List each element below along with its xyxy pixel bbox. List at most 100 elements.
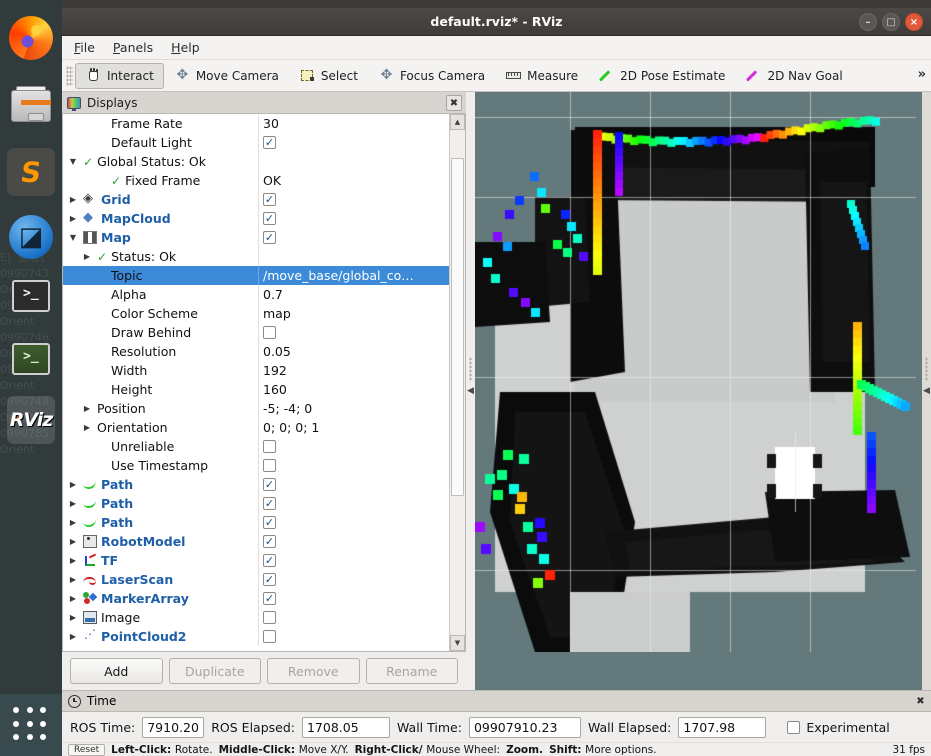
- dock-item-sublime-text[interactable]: S: [7, 148, 55, 196]
- ros_time-field[interactable]: 7910.20: [142, 716, 205, 738]
- displays-scrollbar[interactable]: ▲ ▼: [449, 114, 465, 651]
- render-view-3d[interactable]: [475, 92, 922, 690]
- display-row-value-cell[interactable]: [258, 627, 449, 646]
- display-row-value-cell[interactable]: ✓: [258, 570, 449, 589]
- display-row-value-cell[interactable]: [258, 456, 449, 475]
- experimental-checkbox-group[interactable]: Experimental: [787, 720, 890, 735]
- menu-file[interactable]: File: [74, 40, 95, 55]
- dock-item-firefox[interactable]: [7, 14, 55, 62]
- display-row[interactable]: ▶ ✓ Status: Ok: [63, 247, 449, 266]
- display-row[interactable]: · Alpha 0.7: [63, 285, 449, 304]
- show-applications-button[interactable]: [0, 694, 62, 756]
- display-row-value-cell[interactable]: ✓: [258, 190, 449, 209]
- tool-move-camera[interactable]: ✥ Move Camera: [164, 63, 289, 89]
- display-row-value-cell[interactable]: ✓: [258, 589, 449, 608]
- display-row-value-cell[interactable]: 0.7: [258, 285, 449, 304]
- display-row-value-cell[interactable]: 30: [258, 114, 449, 133]
- close-button[interactable]: ×: [905, 13, 923, 31]
- display-row[interactable]: ▶ Grid ✓: [63, 190, 449, 209]
- reset-button[interactable]: Reset: [68, 743, 106, 756]
- displays-panel-close-icon[interactable]: ✖: [446, 95, 462, 111]
- display-row[interactable]: ▶ Path ✓: [63, 513, 449, 532]
- display-row[interactable]: · Draw Behind: [63, 323, 449, 342]
- display-row[interactable]: · Default Light ✓: [63, 133, 449, 152]
- experimental-checkbox[interactable]: [787, 720, 801, 734]
- wall_elapsed-field[interactable]: 1707.98: [678, 716, 767, 738]
- enable-checkbox[interactable]: ✓: [263, 497, 276, 510]
- display-row[interactable]: · Unreliable: [63, 437, 449, 456]
- scroll-down-button[interactable]: ▼: [450, 635, 465, 651]
- tool-focus-camera[interactable]: ✥ Focus Camera: [368, 63, 495, 89]
- right-panel-collapse-handle[interactable]: ◀: [922, 92, 931, 690]
- tool-2d-nav-goal[interactable]: 2D Nav Goal: [735, 63, 852, 89]
- menu-help[interactable]: Help: [171, 40, 200, 55]
- display-row-value-cell[interactable]: ✓: [258, 551, 449, 570]
- maximize-button[interactable]: □: [882, 13, 900, 31]
- chevron-right-icon[interactable]: ▶: [67, 575, 79, 584]
- display-row-value-cell[interactable]: 0.05: [258, 342, 449, 361]
- enable-checkbox[interactable]: ✓: [263, 535, 276, 548]
- display-row-value-cell[interactable]: ✓: [258, 494, 449, 513]
- add-button[interactable]: Add: [70, 658, 163, 684]
- display-row[interactable]: · ✓Fixed Frame OK: [63, 171, 449, 190]
- dock-item-zoom[interactable]: ◪: [7, 213, 55, 261]
- dock-item-rviz[interactable]: RViz: [7, 396, 55, 444]
- displays-tree[interactable]: ·Frame Rate30·Default Light✓▼✓Global Sta…: [63, 114, 449, 651]
- display-row-value-cell[interactable]: ✓: [258, 513, 449, 532]
- display-row-value-cell[interactable]: OK: [258, 171, 449, 190]
- minimize-button[interactable]: –: [859, 13, 877, 31]
- display-row[interactable]: · Height 160: [63, 380, 449, 399]
- display-row[interactable]: ▶ Path ✓: [63, 475, 449, 494]
- display-row-value-cell[interactable]: /move_base/global_co…: [258, 266, 449, 285]
- display-row[interactable]: ▶ Orientation 0; 0; 0; 1: [63, 418, 449, 437]
- ros_elapsed-field[interactable]: 1708.05: [301, 716, 390, 738]
- display-row-value-cell[interactable]: [258, 608, 449, 627]
- chevron-right-icon[interactable]: ▶: [81, 423, 93, 432]
- chevron-right-icon[interactable]: ▶: [81, 404, 93, 413]
- display-row[interactable]: · Frame Rate 30: [63, 114, 449, 133]
- display-row[interactable]: ▶ MapCloud ✓: [63, 209, 449, 228]
- chevron-right-icon[interactable]: ▶: [67, 195, 79, 204]
- enable-checkbox[interactable]: ✓: [263, 212, 276, 225]
- display-row-value-cell[interactable]: ✓: [258, 532, 449, 551]
- chevron-right-icon[interactable]: ▶: [67, 518, 79, 527]
- dock-item-files[interactable]: [7, 82, 55, 130]
- enable-checkbox[interactable]: ✓: [263, 554, 276, 567]
- display-row[interactable]: ▶ RobotModel ✓: [63, 532, 449, 551]
- display-row-value-cell[interactable]: 192: [258, 361, 449, 380]
- chevron-right-icon[interactable]: ▶: [81, 252, 93, 261]
- chevron-right-icon[interactable]: ▶: [67, 556, 79, 565]
- display-row[interactable]: ▶ Image: [63, 608, 449, 627]
- chevron-down-icon[interactable]: ▼: [67, 233, 79, 242]
- display-row-value-cell[interactable]: ✓: [258, 209, 449, 228]
- display-row[interactable]: · Color Scheme map: [63, 304, 449, 323]
- chevron-down-icon[interactable]: ▼: [67, 157, 79, 166]
- left-panel-collapse-handle[interactable]: ◀: [466, 92, 475, 690]
- display-row[interactable]: ▼ Map ✓: [63, 228, 449, 247]
- enable-checkbox[interactable]: ✓: [263, 478, 276, 491]
- chevron-right-icon[interactable]: ▶: [67, 537, 79, 546]
- chevron-right-icon[interactable]: ▶: [67, 632, 79, 641]
- tool-interact[interactable]: Interact: [75, 62, 164, 89]
- enable-checkbox[interactable]: [263, 459, 276, 472]
- display-row[interactable]: ▶ LaserScan ✓: [63, 570, 449, 589]
- display-row[interactable]: ▶ PointCloud2: [63, 627, 449, 646]
- display-row[interactable]: ▶ TF ✓: [63, 551, 449, 570]
- dock-item-terminal-green[interactable]: >_: [7, 335, 55, 383]
- menu-panels[interactable]: Panels: [113, 40, 153, 55]
- enable-checkbox[interactable]: ✓: [263, 573, 276, 586]
- display-row-value-cell[interactable]: [258, 323, 449, 342]
- display-row-value-cell[interactable]: -5; -4; 0: [258, 399, 449, 418]
- tool-select[interactable]: Select: [289, 63, 368, 89]
- scrollbar-thumb[interactable]: [451, 158, 464, 496]
- display-row-value-cell[interactable]: ✓: [258, 475, 449, 494]
- chevron-right-icon[interactable]: ▶: [67, 214, 79, 223]
- display-row[interactable]: · Resolution 0.05: [63, 342, 449, 361]
- chevron-right-icon[interactable]: ▶: [67, 594, 79, 603]
- scroll-up-button[interactable]: ▲: [450, 114, 465, 130]
- enable-checkbox[interactable]: [263, 326, 276, 339]
- display-row[interactable]: ▶ Path ✓: [63, 494, 449, 513]
- display-row-value-cell[interactable]: ✓: [258, 228, 449, 247]
- tool-2d-pose-estimate[interactable]: 2D Pose Estimate: [588, 63, 735, 89]
- display-row-value-cell[interactable]: 160: [258, 380, 449, 399]
